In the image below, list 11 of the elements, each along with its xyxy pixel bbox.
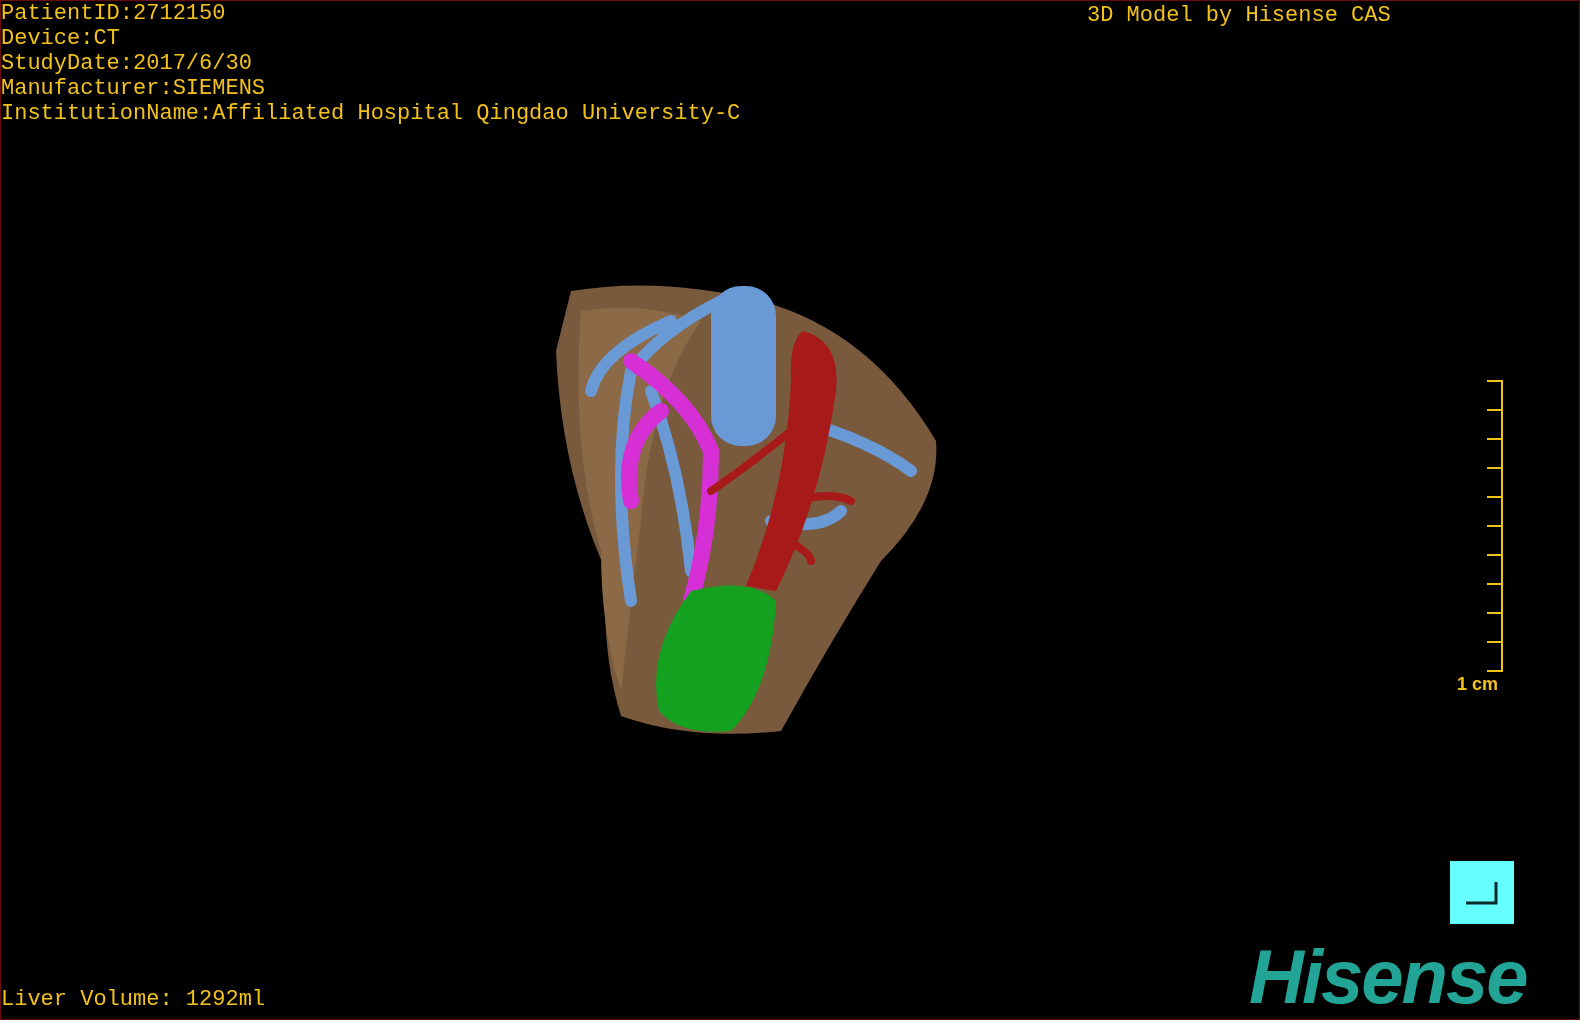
study-info-text: PatientID:2712150 [1,1,227,26]
study-info-text: Device:CT [1,26,121,51]
liver-volume-text: Liver Volume: 1292ml [1,986,266,1014]
logo-text: Hisense [1249,937,1527,1017]
view-button[interactable] [1450,861,1514,924]
study-info-text: StudyDate:2017/6/30 [1,51,253,76]
corner-icon [1465,880,1499,905]
study-info-text: InstitutionName:Affiliated Hospital Qingdao University-C [1,101,741,126]
scale-label: 1 cm [1457,673,1499,695]
study-info-text: Manufacturer:SIEMENS [1,76,267,101]
header-text: 3D Model by Hisense CAS [1087,2,1391,30]
